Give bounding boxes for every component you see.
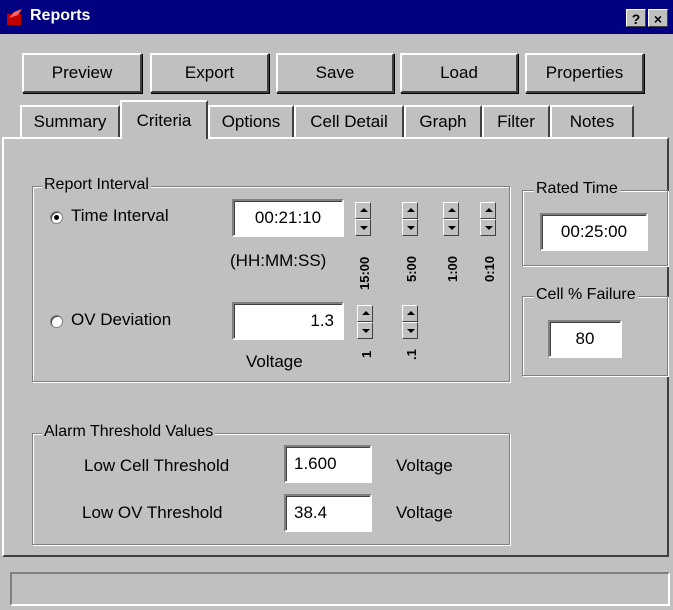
rated-time-field[interactable]: 00:25:00 bbox=[540, 213, 648, 251]
time-interval-field[interactable]: 00:21:10 bbox=[232, 199, 344, 237]
spin-up-icon[interactable] bbox=[355, 202, 371, 219]
properties-button[interactable]: Properties bbox=[525, 53, 644, 93]
load-button[interactable]: Load bbox=[400, 53, 518, 93]
close-button[interactable]: × bbox=[648, 9, 668, 27]
rated-time-title: Rated Time bbox=[534, 180, 620, 198]
step-label-5min: 5:00 bbox=[404, 255, 419, 282]
spinner-1min[interactable] bbox=[443, 202, 459, 236]
step-label-1v: 1 bbox=[359, 350, 374, 358]
spin-up-icon[interactable] bbox=[402, 202, 418, 219]
low-cell-threshold-field[interactable]: 1.600 bbox=[284, 445, 372, 483]
ov-deviation-label: OV Deviation bbox=[71, 310, 172, 329]
tab-criteria[interactable]: Criteria bbox=[120, 100, 208, 139]
spin-down-icon[interactable] bbox=[443, 219, 459, 236]
tab-filter[interactable]: Filter bbox=[482, 105, 550, 137]
spinner-0.1v[interactable] bbox=[402, 305, 418, 339]
tab-options[interactable]: Options bbox=[208, 105, 294, 137]
spin-up-icon[interactable] bbox=[443, 202, 459, 219]
ov-deviation-unit: Voltage bbox=[246, 352, 303, 371]
spinner-10sec[interactable] bbox=[480, 202, 496, 236]
spin-up-icon[interactable] bbox=[480, 202, 496, 219]
step-label-10sec: 0:10 bbox=[482, 255, 497, 282]
reports-app-icon bbox=[7, 9, 22, 25]
alarm-threshold-group bbox=[32, 433, 510, 545]
time-format-hint: (HH:MM:SS) bbox=[230, 251, 327, 270]
cell-failure-title: Cell % Failure bbox=[534, 286, 638, 304]
spin-up-icon[interactable] bbox=[402, 305, 418, 322]
time-interval-label: Time Interval bbox=[71, 206, 169, 225]
status-bar bbox=[10, 572, 670, 606]
tab-graph[interactable]: Graph bbox=[404, 105, 482, 137]
spin-down-icon[interactable] bbox=[480, 219, 496, 236]
spin-down-icon[interactable] bbox=[402, 322, 418, 339]
ov-deviation-field[interactable]: 1.3 bbox=[232, 302, 344, 340]
save-button[interactable]: Save bbox=[276, 53, 394, 93]
window-title: Reports bbox=[30, 7, 91, 24]
ov-deviation-radio[interactable] bbox=[50, 315, 63, 328]
export-button[interactable]: Export bbox=[150, 53, 269, 93]
report-interval-title: Report Interval bbox=[42, 176, 151, 194]
time-interval-radio[interactable] bbox=[50, 211, 63, 224]
help-button[interactable]: ? bbox=[626, 9, 646, 27]
spinner-5min[interactable] bbox=[402, 202, 418, 236]
spin-up-icon[interactable] bbox=[357, 305, 373, 322]
step-label-15min: 15:00 bbox=[357, 256, 372, 290]
alarm-threshold-title: Alarm Threshold Values bbox=[42, 423, 216, 441]
tab-cell-detail[interactable]: Cell Detail bbox=[294, 105, 404, 137]
low-ov-threshold-unit: Voltage bbox=[396, 503, 453, 522]
tab-notes[interactable]: Notes bbox=[550, 105, 634, 137]
low-ov-threshold-field[interactable]: 38.4 bbox=[284, 494, 372, 532]
spinner-15min[interactable] bbox=[355, 202, 371, 236]
spinner-1v[interactable] bbox=[357, 305, 373, 339]
low-cell-threshold-unit: Voltage bbox=[396, 456, 453, 475]
spin-down-icon[interactable] bbox=[402, 219, 418, 236]
cell-failure-field[interactable]: 80 bbox=[548, 320, 622, 358]
step-label-0.1v: .1 bbox=[404, 349, 419, 360]
step-label-1min: 1:00 bbox=[445, 255, 460, 282]
preview-button[interactable]: Preview bbox=[22, 53, 142, 93]
title-bar: Reports ? × bbox=[0, 0, 673, 34]
low-ov-threshold-label: Low OV Threshold bbox=[82, 503, 223, 522]
tab-summary[interactable]: Summary bbox=[20, 105, 120, 137]
spin-down-icon[interactable] bbox=[355, 219, 371, 236]
spin-down-icon[interactable] bbox=[357, 322, 373, 339]
low-cell-threshold-label: Low Cell Threshold bbox=[84, 456, 230, 475]
